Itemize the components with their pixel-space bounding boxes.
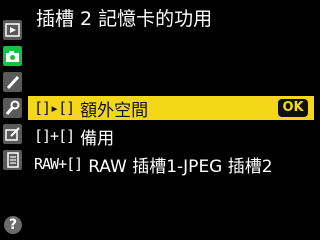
option-overflow[interactable]: []▸[] 額外空間 OK: [28, 96, 314, 121]
playback-icon: [5, 23, 20, 37]
help-button[interactable]: ?: [4, 216, 22, 234]
tab-shooting[interactable]: [3, 46, 22, 66]
recent-settings-icon: [7, 152, 19, 168]
tab-recent-settings[interactable]: [3, 150, 22, 170]
page-title: 插槽 2 記憶卡的功用: [36, 8, 213, 30]
tab-setup[interactable]: [3, 98, 22, 118]
option-backup[interactable]: []+[] 備用: [28, 124, 314, 149]
option-label: 備用: [80, 128, 115, 149]
tab-custom-settings[interactable]: [3, 72, 22, 92]
pencil-icon: [6, 75, 20, 90]
option-label: RAW 插槽1-JPEG 插槽2: [88, 156, 273, 177]
overflow-icon: []▸[]: [34, 99, 75, 117]
wrench-icon: [5, 100, 20, 115]
option-label: 額外空間: [80, 100, 149, 121]
option-list: []▸[] 額外空間 OK []+[] 備用 RAW+[] RAW 插槽1-JP…: [28, 96, 314, 180]
retouch-icon: [5, 127, 20, 141]
backup-icon: []+[]: [34, 127, 75, 145]
menu-tab-rail: [0, 16, 24, 240]
tab-playback[interactable]: [3, 20, 22, 40]
option-raw-jpeg[interactable]: RAW+[] RAW 插槽1-JPEG 插槽2: [28, 152, 314, 177]
tab-retouch[interactable]: [3, 124, 22, 144]
raw-jpeg-icon: RAW+[]: [34, 155, 83, 173]
ok-icon: OK: [278, 99, 308, 117]
camera-icon: [6, 51, 19, 62]
